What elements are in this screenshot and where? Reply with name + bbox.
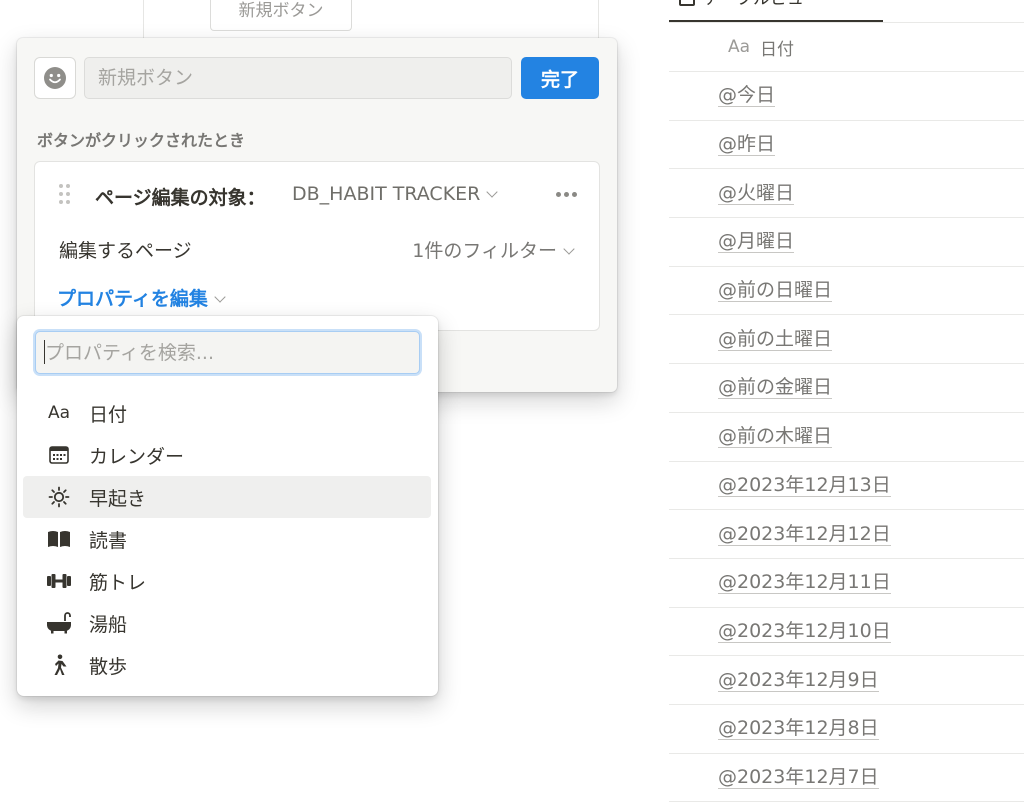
property-option-label: 散歩 bbox=[89, 655, 128, 678]
text-aa-icon: Aa bbox=[728, 37, 751, 57]
table-row[interactable]: @前の木曜日 bbox=[669, 413, 1024, 462]
property-option[interactable]: 早起き bbox=[23, 476, 431, 518]
pages-to-edit-label: 編集するページ bbox=[59, 240, 192, 262]
property-search-input[interactable] bbox=[35, 331, 420, 374]
date-mention[interactable]: @前の日曜日 bbox=[718, 279, 833, 303]
property-option[interactable]: カレンダー bbox=[23, 434, 431, 476]
table-row[interactable]: @2023年12月7日 bbox=[669, 754, 1024, 802]
table-rows: @今日 @昨日 @火曜日 @月曜日 @前の日曜日 @前の土曜日 @前の金曜日 @前の木曜日 @2… bbox=[669, 72, 1024, 802]
table-row[interactable]: @昨日 bbox=[669, 121, 1024, 170]
property-option[interactable]: Aa 日付 bbox=[23, 392, 431, 434]
table-row[interactable]: @今日 bbox=[669, 72, 1024, 121]
divider bbox=[598, 0, 599, 38]
property-option-label: 日付 bbox=[89, 403, 128, 426]
target-database-select[interactable]: DB_HABIT TRACKER bbox=[292, 183, 499, 205]
date-mention[interactable]: @今日 bbox=[718, 84, 776, 108]
date-mention[interactable]: @2023年12月7日 bbox=[718, 766, 879, 789]
text-aa-icon: Aa bbox=[47, 403, 71, 423]
property-option-label: 湯船 bbox=[89, 613, 128, 636]
filter-select-label: 1件のフィルター bbox=[412, 240, 557, 262]
table-row[interactable]: @前の土曜日 bbox=[669, 315, 1024, 365]
table-row[interactable]: @前の日曜日 bbox=[669, 267, 1024, 316]
done-button[interactable]: 完了 bbox=[521, 57, 599, 99]
filter-select[interactable]: 1件のフィルター bbox=[412, 236, 575, 263]
new-button-preview[interactable]: 新規ボタン bbox=[210, 0, 352, 31]
property-option-label: 筋トレ bbox=[89, 571, 147, 594]
date-mention[interactable]: @前の土曜日 bbox=[718, 328, 833, 351]
chevron-down-icon bbox=[563, 243, 575, 255]
date-mention[interactable]: @2023年12月11日 bbox=[718, 571, 891, 595]
calendar-icon bbox=[45, 444, 73, 466]
table-row[interactable]: @前の金曜日 bbox=[669, 364, 1024, 413]
date-mention[interactable]: @昨日 bbox=[718, 133, 776, 157]
column-header-date[interactable]: Aa 日付 bbox=[669, 22, 1024, 72]
property-option[interactable]: 読書 bbox=[23, 518, 431, 560]
date-mention[interactable]: @2023年12月9日 bbox=[718, 669, 879, 692]
edit-property-button[interactable]: プロパティを編集 bbox=[57, 284, 226, 311]
section-label: ボタンがクリックされたとき bbox=[37, 131, 246, 150]
date-mention[interactable]: @月曜日 bbox=[718, 230, 795, 254]
table-row[interactable]: @2023年12月13日 bbox=[669, 462, 1024, 511]
edit-property-label: プロパティを編集 bbox=[57, 288, 208, 310]
divider bbox=[143, 0, 144, 38]
date-mention[interactable]: @2023年12月10日 bbox=[718, 620, 891, 643]
date-mention[interactable]: @2023年12月12日 bbox=[718, 523, 891, 546]
property-option[interactable]: 散歩 bbox=[23, 644, 431, 686]
table-row[interactable]: @2023年12月9日 bbox=[669, 656, 1024, 705]
more-options-icon[interactable] bbox=[556, 192, 580, 198]
table-view-tab-label: テーブルビュー bbox=[703, 0, 821, 8]
emoji-picker-button[interactable] bbox=[34, 57, 76, 99]
property-option[interactable]: 湯船 bbox=[23, 602, 431, 644]
date-mention[interactable]: @前の金曜日 bbox=[718, 376, 833, 400]
property-options: Aa 日付カレンダー早起き読書筋トレ湯船散歩 bbox=[23, 392, 431, 686]
chevron-down-icon bbox=[486, 186, 499, 198]
property-option-label: カレンダー bbox=[89, 445, 185, 468]
date-mention[interactable]: @火曜日 bbox=[718, 182, 795, 205]
table-row[interactable]: @2023年12月11日 bbox=[669, 559, 1024, 608]
table-row[interactable]: @2023年12月12日 bbox=[669, 510, 1024, 559]
dumbbell-icon bbox=[45, 570, 73, 592]
action-title: ページ編集の対象： bbox=[95, 187, 266, 209]
smiley-icon bbox=[44, 67, 66, 89]
walking-icon bbox=[45, 654, 73, 676]
database-table: テーブルビュー Aa 日付 @今日 @昨日 @火曜日 @月曜日 @前の日曜日 @前の土曜日… bbox=[669, 0, 1024, 802]
table-row[interactable]: @2023年12月10日 bbox=[669, 608, 1024, 657]
button-name-input[interactable] bbox=[84, 57, 512, 99]
chevron-down-icon bbox=[214, 291, 226, 303]
book-icon bbox=[45, 528, 73, 550]
table-view-tab[interactable]: テーブルビュー bbox=[669, 0, 883, 22]
date-mention[interactable]: @2023年12月13日 bbox=[718, 474, 891, 497]
table-row[interactable]: @月曜日 bbox=[669, 218, 1024, 267]
table-row[interactable]: @2023年12月8日 bbox=[669, 705, 1024, 754]
date-mention[interactable]: @前の木曜日 bbox=[718, 425, 833, 449]
bathtub-icon bbox=[45, 612, 73, 634]
drag-handle-icon[interactable] bbox=[59, 184, 71, 206]
property-option[interactable]: 筋トレ bbox=[23, 560, 431, 602]
property-option-label: 早起き bbox=[89, 487, 147, 510]
column-header-label: 日付 bbox=[760, 39, 795, 60]
property-option-label: 読書 bbox=[89, 529, 128, 552]
table-icon bbox=[679, 0, 695, 6]
target-database-label: DB_HABIT TRACKER bbox=[292, 183, 481, 205]
edit-page-action-card: ページ編集の対象： DB_HABIT TRACKER 編集するページ 1件のフィ… bbox=[34, 161, 600, 331]
table-row[interactable]: @火曜日 bbox=[669, 169, 1024, 219]
property-dropdown: Aa 日付カレンダー早起き読書筋トレ湯船散歩 bbox=[17, 316, 438, 696]
sun-icon bbox=[45, 486, 73, 508]
text-caret bbox=[44, 340, 45, 364]
date-mention[interactable]: @2023年12月8日 bbox=[718, 717, 879, 741]
